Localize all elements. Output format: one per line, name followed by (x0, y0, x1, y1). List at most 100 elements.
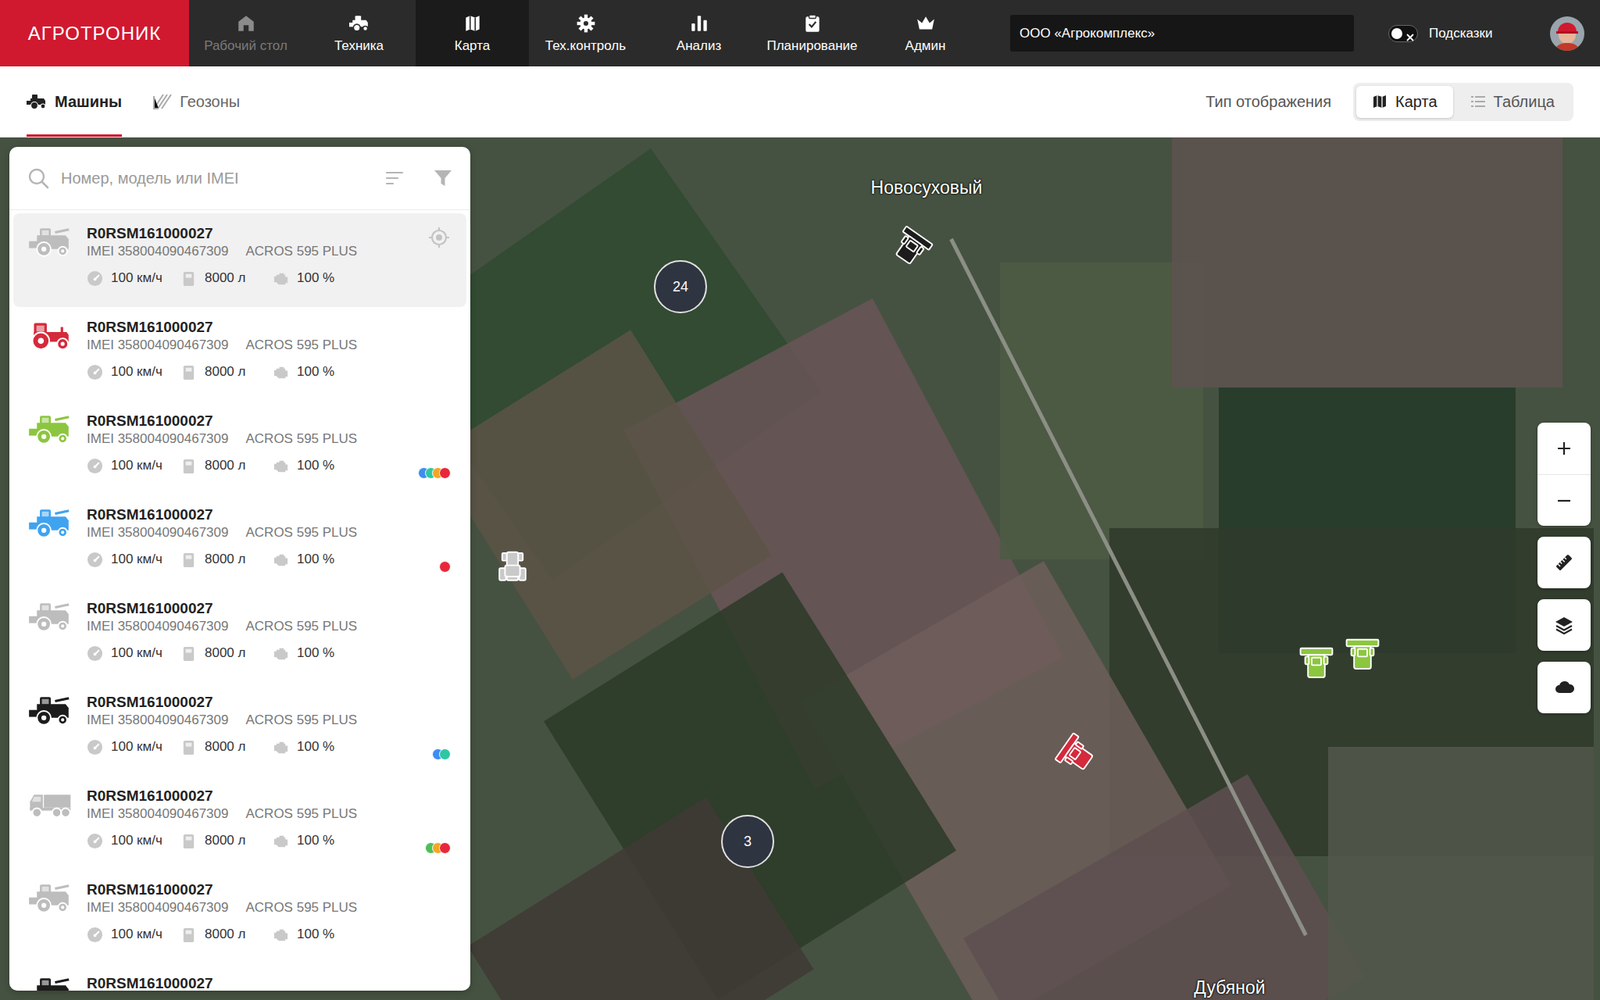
machine-row[interactable]: R0RSM161000027IMEI 358004090467309ACROS … (13, 869, 467, 964)
combine-icon (1050, 728, 1104, 782)
nav-label: Анализ (676, 38, 722, 54)
fuel-value: 8000 л (204, 832, 246, 850)
machine-status (403, 786, 451, 859)
machine-model: ACROS 595 PLUS (246, 524, 358, 542)
map-pin[interactable] (1343, 635, 1382, 674)
machine-row[interactable]: R0RSM161000027IMEI 358004090467309ACROS … (13, 400, 467, 495)
nav-item[interactable]: Карта (415, 0, 529, 67)
speed-value: 100 км/ч (110, 925, 163, 943)
engine-value: 100 % (296, 363, 335, 381)
search-icon (26, 166, 50, 190)
map-pin[interactable] (493, 548, 532, 586)
machine-row[interactable]: R0RSM161000027IMEI 358004090467309ACROS … (13, 588, 467, 683)
sort-icon[interactable] (382, 166, 407, 190)
nav-item[interactable]: Планирование (755, 0, 869, 67)
speedometer-icon (86, 739, 104, 756)
engine-value: 100 % (296, 457, 335, 475)
view-label: Тип отображения (1205, 92, 1332, 111)
nav-item[interactable]: Тех.контроль (528, 0, 643, 67)
vehicle-icon-box (28, 786, 73, 859)
vehicle-icon-box (28, 974, 73, 991)
zoom-in-button[interactable] (1537, 422, 1591, 475)
machine-row[interactable]: R0RSM161000027 (13, 963, 467, 991)
hints-label: Подсказки (1428, 25, 1493, 42)
fuel-icon (180, 832, 197, 850)
hints-toggle[interactable] (1388, 25, 1418, 43)
machine-row[interactable]: R0RSM161000027IMEI 358004090467309ACROS … (13, 307, 467, 401)
nav-label: Рабочий стол (203, 38, 288, 54)
table-icon (1470, 93, 1486, 110)
machine-number: R0RSM161000027 (86, 786, 390, 806)
weather-button[interactable] (1537, 661, 1591, 714)
avatar[interactable] (1550, 16, 1585, 51)
view-option[interactable]: Карта (1356, 85, 1454, 118)
gear-icon (575, 13, 597, 34)
nav-label: Техника (334, 38, 384, 54)
home-icon (235, 13, 257, 34)
main-area: НовосуховыйДубяной243R0RSM161000027IMEI … (0, 137, 1600, 1000)
machine-row[interactable]: R0RSM161000027IMEI 358004090467309ACROS … (13, 494, 467, 589)
speed: 100 км/ч (86, 457, 181, 475)
engine-value: 100 % (296, 925, 335, 943)
logo[interactable]: АГРОТРОНИК (0, 0, 190, 67)
machine-imei: IMEI 358004090467309 (86, 524, 229, 542)
filter-icon[interactable] (431, 166, 455, 190)
machine-row[interactable]: R0RSM161000027IMEI 358004090467309ACROS … (13, 213, 467, 308)
vehicle-icon-box (28, 692, 73, 765)
vehicle-icon-box (28, 224, 73, 297)
nav-label: Карта (454, 38, 491, 54)
machine-status (403, 224, 451, 297)
map-cluster[interactable]: 3 (721, 814, 775, 868)
machine-metrics: 100 км/ч8000 л100 % (86, 832, 390, 850)
machine-info: R0RSM161000027IMEI 358004090467309ACROS … (86, 880, 390, 953)
machine-info: R0RSM161000027 (86, 974, 390, 991)
speed: 100 км/ч (86, 550, 181, 568)
sub-tab[interactable]: Геозоны (151, 66, 240, 137)
locate-icon[interactable] (427, 225, 451, 250)
machine-icon (26, 92, 47, 111)
speedometer-icon (86, 551, 104, 568)
fuel: 8000 л (180, 269, 273, 287)
machine-model: ACROS 595 PLUS (246, 805, 358, 823)
vehicle-icon-box (28, 880, 73, 953)
map-cluster[interactable]: 24 (653, 260, 708, 314)
nav-item[interactable]: Админ (868, 0, 983, 67)
map-icon (462, 13, 483, 34)
ruler-button[interactable] (1537, 536, 1591, 589)
zoom-out-button[interactable] (1537, 474, 1591, 526)
machine-meta: IMEI 358004090467309ACROS 595 PLUS (86, 711, 390, 729)
sub-tab[interactable]: Машины (26, 66, 122, 137)
machine-model: ACROS 595 PLUS (246, 336, 358, 354)
fuel-icon (180, 926, 197, 943)
map-pin[interactable] (1057, 735, 1096, 774)
machine-row[interactable]: R0RSM161000027IMEI 358004090467309 ACROS … (13, 775, 467, 870)
speedometer-icon (86, 364, 104, 381)
machine-model: ACROS 595 PLUS (246, 711, 358, 729)
combine-icon (1297, 644, 1336, 683)
machine-imei: IMEI 358004090467309 (86, 899, 229, 917)
nav-item[interactable]: Техника (302, 0, 416, 67)
speed: 100 км/ч (86, 363, 181, 381)
truck-icon (28, 789, 73, 820)
layers-button[interactable] (1537, 599, 1591, 651)
machine-list: R0RSM161000027IMEI 358004090467309ACROS … (9, 210, 471, 991)
map-pin[interactable] (892, 228, 930, 267)
speed-value: 100 км/ч (110, 644, 163, 662)
nav-item[interactable]: Рабочий стол (189, 0, 303, 67)
speed: 100 км/ч (86, 738, 181, 756)
machine-imei: IMEI 358004090467309 (86, 805, 229, 823)
fuel-icon (180, 739, 197, 756)
combine-icon (28, 696, 73, 726)
machine-row[interactable]: R0RSM161000027IMEI 358004090467309ACROS … (13, 682, 467, 776)
machine-number: R0RSM161000027 (86, 224, 390, 243)
search-input[interactable] (60, 169, 366, 188)
company-select[interactable]: ООО «Агрокомплекс» (1010, 14, 1354, 52)
map-label: Новосуховый (871, 177, 983, 199)
view-option-label: Карта (1395, 92, 1438, 111)
speed: 100 км/ч (86, 644, 181, 662)
machine-meta: IMEI 358004090467309ACROS 595 PLUS (86, 336, 390, 354)
view-option[interactable]: Таблица (1454, 85, 1571, 118)
nav-item[interactable]: Анализ (642, 0, 756, 67)
map-pin[interactable] (1297, 644, 1336, 683)
